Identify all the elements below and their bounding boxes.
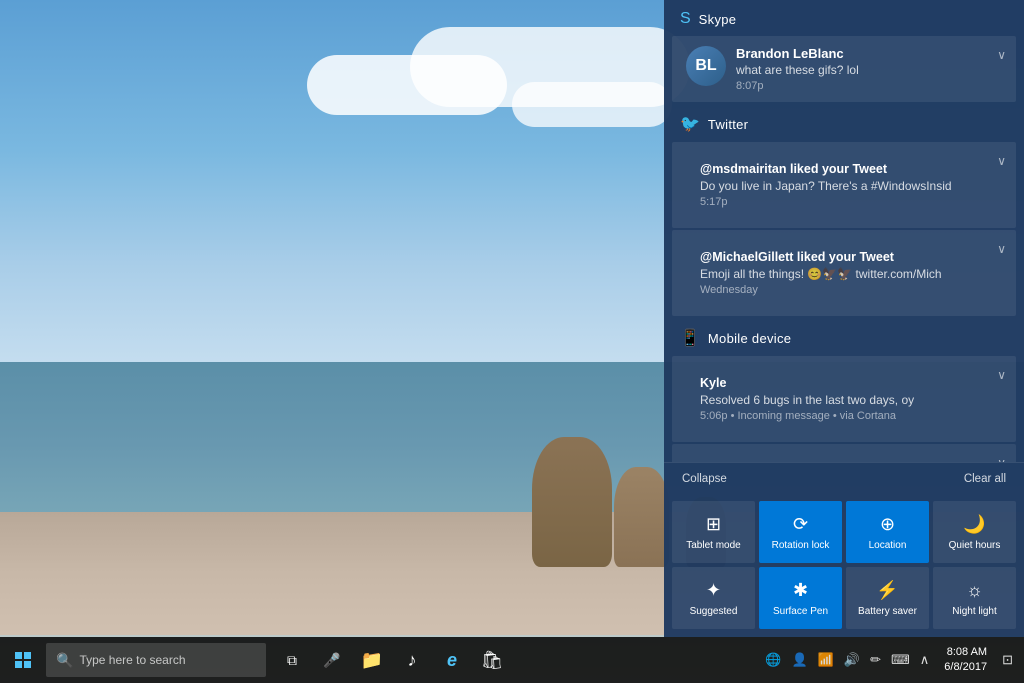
- surface-pen-button[interactable]: ✱ Surface Pen: [759, 567, 842, 629]
- skype-notif-content: Brandon LeBlanc what are these gifs? lol…: [736, 46, 1002, 92]
- twitter-notif-1-content: @msdmairitan liked your Tweet Do you liv…: [686, 152, 1002, 218]
- rotation-lock-icon: ⟳: [793, 514, 808, 535]
- brandon-avatar: BL: [686, 46, 726, 86]
- collapse-chevron[interactable]: ∨: [997, 154, 1006, 168]
- taskbar-pinned-apps: ⧉ 🎤 📁 ♪ e 🛍: [274, 642, 510, 678]
- mobile-notif-1-time: 5:06p • Incoming message • via Cortana: [700, 410, 988, 422]
- show-hidden-icons[interactable]: ∧: [917, 652, 933, 668]
- search-placeholder: Type here to search: [79, 653, 185, 667]
- pen-icon[interactable]: ✏: [867, 652, 884, 668]
- collapse-chevron[interactable]: ∨: [997, 242, 1006, 256]
- location-button[interactable]: ⊕ Location: [846, 501, 929, 563]
- skype-app-name: Skype: [699, 12, 737, 27]
- twitter-icon: 🐦: [680, 114, 700, 134]
- quiet-hours-button[interactable]: 🌙 Quiet hours: [933, 501, 1016, 563]
- tablet-mode-icon: ⊞: [706, 514, 721, 535]
- mobile-app-header: 📱 Mobile device: [664, 318, 1024, 354]
- mobile-app-name: Mobile device: [708, 331, 791, 346]
- cortana-icon[interactable]: 🎤: [314, 642, 350, 678]
- twitter-notif-2-time: Wednesday: [700, 284, 988, 296]
- clock-date: 6/8/2017: [944, 660, 987, 675]
- clear-all-button[interactable]: Clear all: [958, 469, 1012, 489]
- twitter-notif-1-title: @msdmairitan liked your Tweet: [700, 162, 988, 176]
- skype-body: what are these gifs? lol: [736, 63, 1002, 77]
- search-bar[interactable]: 🔍 Type here to search: [46, 643, 266, 677]
- surface-pen-icon: ✱: [793, 580, 808, 601]
- avatar-image: BL: [686, 46, 726, 86]
- mobile-icon: 📱: [680, 328, 700, 348]
- groove-music-button[interactable]: ♪: [394, 642, 430, 678]
- notification-list[interactable]: S Skype BL Brandon LeBlanc what are thes…: [664, 0, 1024, 462]
- twitter-app-header: 🐦 Twitter: [664, 104, 1024, 140]
- collapse-chevron[interactable]: ∨: [997, 368, 1006, 382]
- rock: [532, 437, 612, 567]
- system-clock[interactable]: 8:08 AM 6/8/2017: [936, 645, 995, 676]
- task-view-button[interactable]: ⧉: [274, 642, 310, 678]
- suggested-label: Suggested: [690, 606, 738, 618]
- skype-time: 8:07p: [736, 80, 1002, 92]
- collapse-button[interactable]: Collapse: [676, 469, 733, 489]
- mobile-notification-2[interactable]: jlorenzatti Thanks Jen for the help! ∨: [672, 444, 1016, 462]
- quick-actions-grid: ⊞ Tablet mode ⟳ Rotation lock ⊕ Location…: [664, 495, 1024, 637]
- night-light-label: Night light: [952, 606, 996, 618]
- quiet-hours-label: Quiet hours: [949, 540, 1001, 552]
- twitter-notif-2-title: @MichaelGillett liked your Tweet: [700, 250, 988, 264]
- skype-notification-1[interactable]: BL Brandon LeBlanc what are these gifs? …: [672, 36, 1016, 102]
- location-label: Location: [869, 540, 907, 552]
- twitter-notif-1-time: 5:17p: [700, 196, 988, 208]
- tablet-mode-label: Tablet mode: [686, 540, 740, 552]
- battery-saver-button[interactable]: ⚡ Battery saver: [846, 567, 929, 629]
- battery-saver-icon: ⚡: [876, 580, 898, 601]
- taskbar: 🔍 Type here to search ⧉ 🎤 📁 ♪ e 🛍 🌐 👤 📶 …: [0, 637, 1024, 683]
- twitter-notif-1-body: Do you live in Japan? There's a #Windows…: [700, 179, 988, 193]
- notification-center-button[interactable]: ⊡: [999, 652, 1016, 668]
- quiet-hours-icon: 🌙: [963, 514, 985, 535]
- language-icon: 🌐: [762, 652, 784, 668]
- skype-icon: S: [680, 10, 691, 28]
- rotation-lock-label: Rotation lock: [772, 540, 830, 552]
- tablet-mode-button[interactable]: ⊞ Tablet mode: [672, 501, 755, 563]
- rotation-lock-button[interactable]: ⟳ Rotation lock: [759, 501, 842, 563]
- edge-button[interactable]: e: [434, 642, 470, 678]
- windows-logo: [15, 652, 31, 668]
- mobile-notif-1-content: Kyle Resolved 6 bugs in the last two day…: [686, 366, 1002, 432]
- action-center-footer: Collapse Clear all ⊞ Tablet mode ⟳ Rotat…: [664, 462, 1024, 637]
- mobile-notification-1[interactable]: Kyle Resolved 6 bugs in the last two day…: [672, 356, 1016, 442]
- twitter-notif-2-content: @MichaelGillett liked your Tweet Emoji a…: [686, 240, 1002, 306]
- mobile-notif-1-sender: Kyle: [700, 376, 988, 390]
- volume-icon[interactable]: 🔊: [841, 652, 863, 668]
- skype-app-header: S Skype: [664, 0, 1024, 34]
- location-icon: ⊕: [880, 514, 895, 535]
- keyboard-icon[interactable]: ⌨: [888, 652, 913, 668]
- cloud: [512, 82, 672, 127]
- night-light-button[interactable]: ☼ Night light: [933, 567, 1016, 629]
- file-explorer-button[interactable]: 📁: [354, 642, 390, 678]
- action-center: S Skype BL Brandon LeBlanc what are thes…: [664, 0, 1024, 637]
- mobile-notif-2-content: jlorenzatti Thanks Jen for the help!: [686, 454, 1002, 462]
- clock-time: 8:08 AM: [944, 645, 987, 660]
- network-icon[interactable]: 📶: [815, 652, 837, 668]
- twitter-notif-2-body: Emoji all the things! 😊🦅🦅 twitter.com/Mi…: [700, 267, 988, 281]
- taskbar-right: 🌐 👤 📶 🔊 ✏ ⌨ ∧ 8:08 AM 6/8/2017 ⊡: [762, 645, 1024, 676]
- collapse-chevron[interactable]: ∨: [997, 48, 1006, 62]
- suggested-button[interactable]: ✦ Suggested: [672, 567, 755, 629]
- collapse-chevron[interactable]: ∨: [997, 456, 1006, 462]
- suggested-icon: ✦: [706, 580, 721, 601]
- twitter-app-name: Twitter: [708, 117, 748, 132]
- twitter-notification-2[interactable]: @MichaelGillett liked your Tweet Emoji a…: [672, 230, 1016, 316]
- start-button[interactable]: [0, 637, 46, 683]
- footer-controls: Collapse Clear all: [664, 463, 1024, 495]
- search-icon: 🔍: [56, 652, 73, 669]
- battery-saver-label: Battery saver: [858, 606, 917, 618]
- night-light-icon: ☼: [966, 580, 983, 601]
- rock: [614, 467, 669, 567]
- user-icon[interactable]: 👤: [789, 652, 811, 668]
- mobile-notif-1-body: Resolved 6 bugs in the last two days, oy: [700, 393, 988, 407]
- store-button[interactable]: 🛍: [474, 642, 510, 678]
- skype-sender: Brandon LeBlanc: [736, 46, 1002, 61]
- surface-pen-label: Surface Pen: [773, 606, 828, 618]
- twitter-notification-1[interactable]: @msdmairitan liked your Tweet Do you liv…: [672, 142, 1016, 228]
